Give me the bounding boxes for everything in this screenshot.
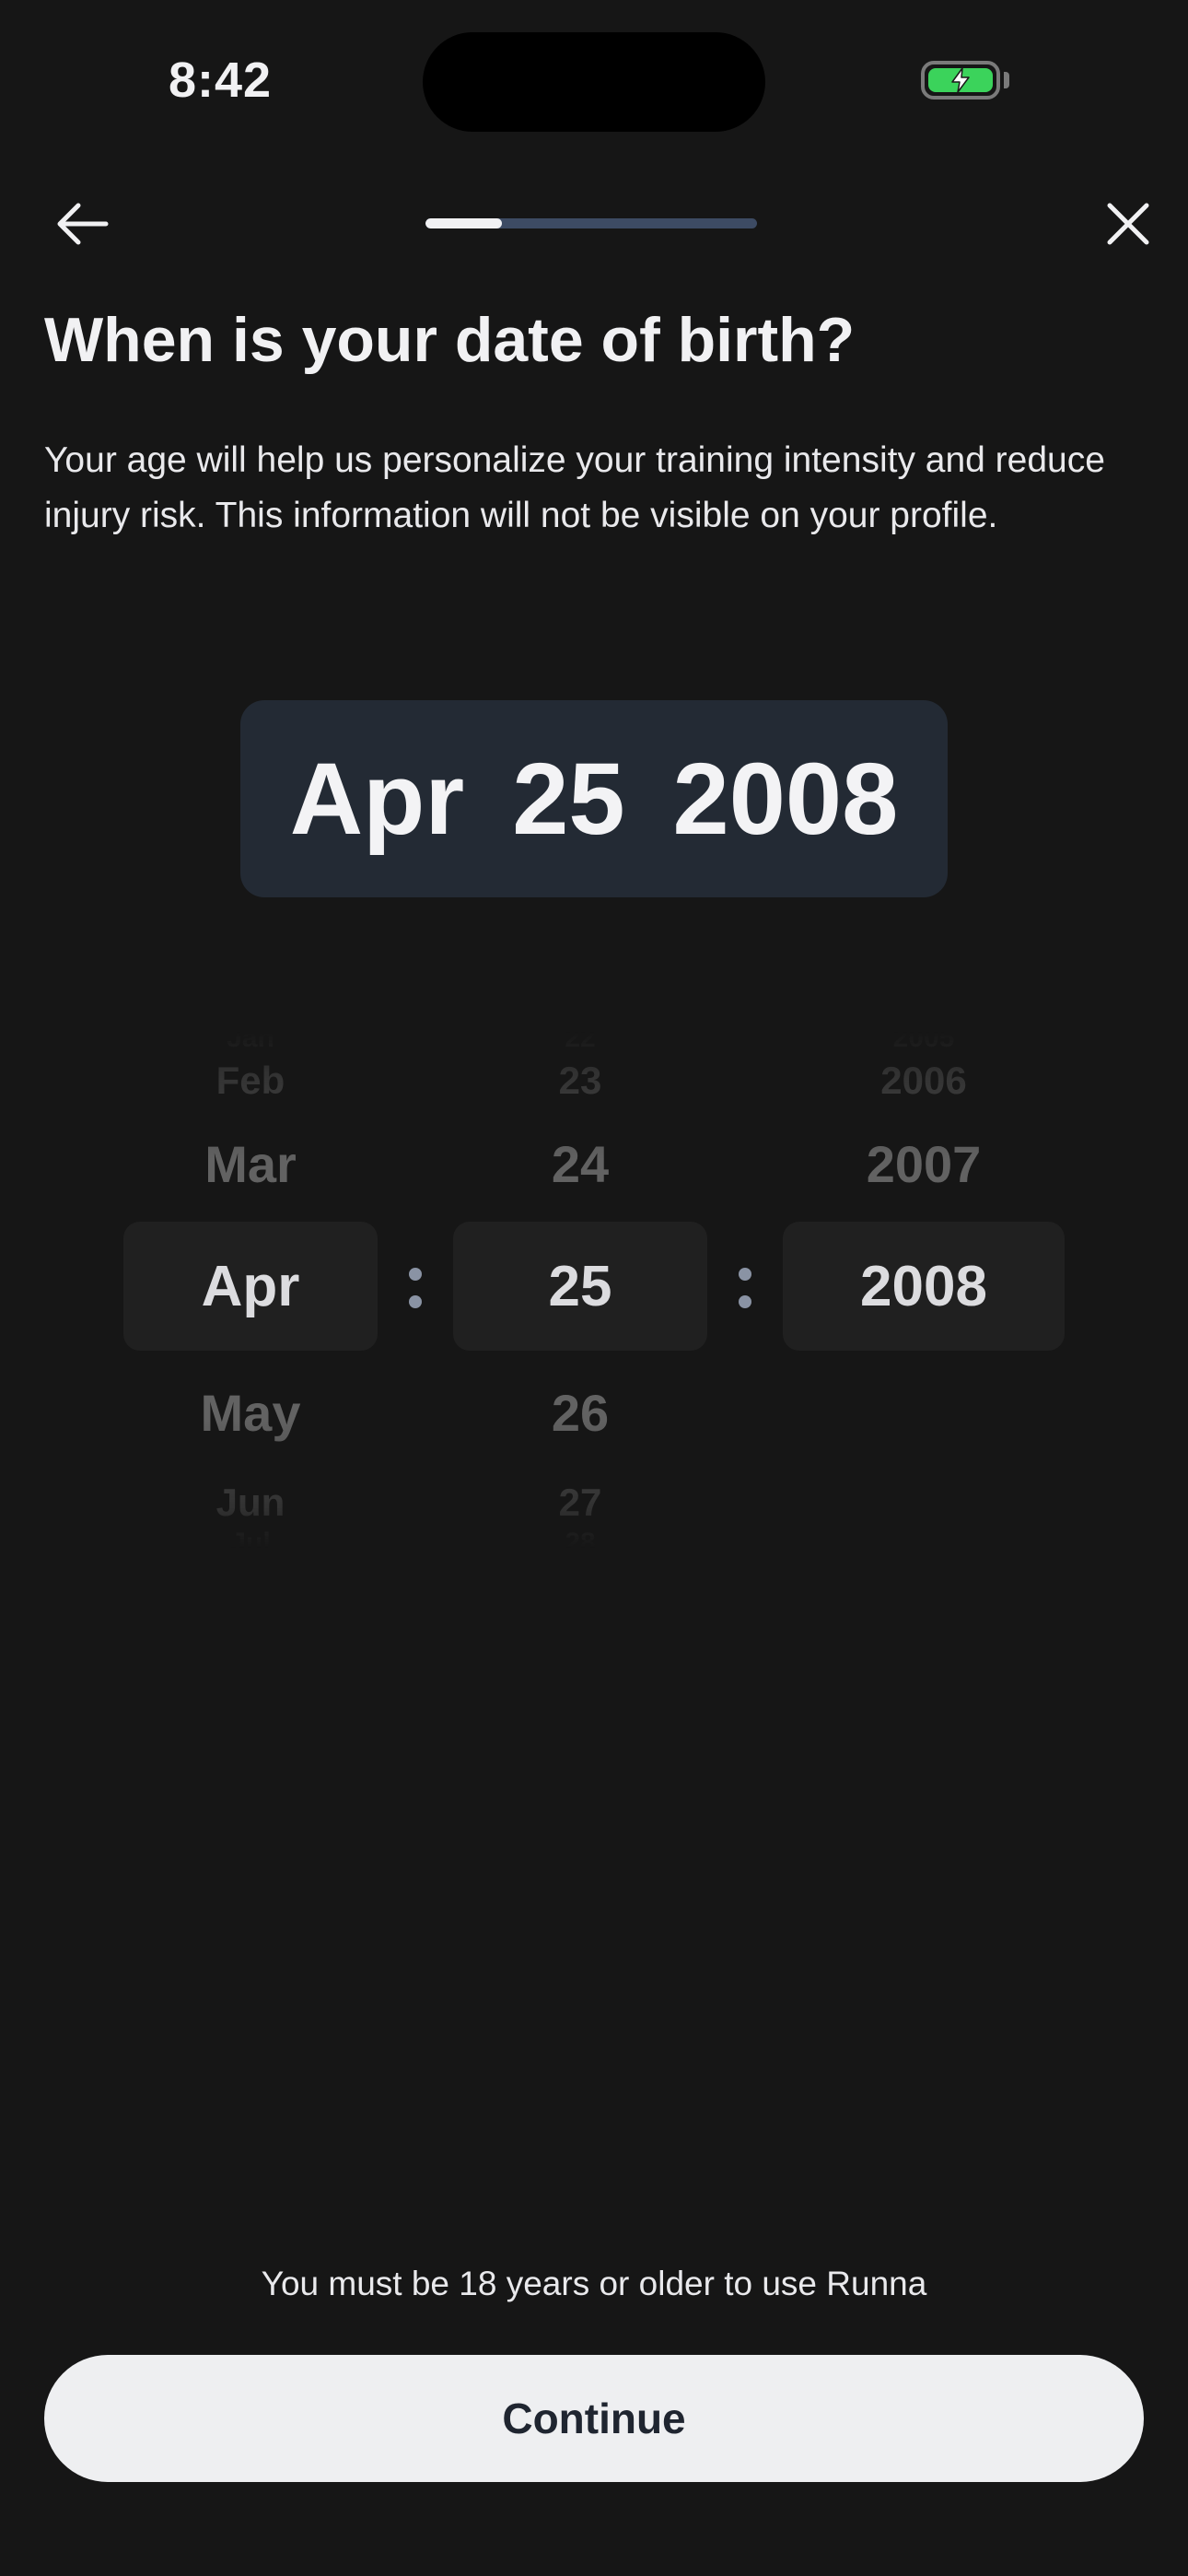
page-subtitle: Your age will help us personalize your t… bbox=[44, 440, 1105, 535]
picker-year-item[interactable]: 2005 bbox=[783, 1025, 1065, 1052]
selected-day: 25 bbox=[512, 742, 625, 856]
page-title: When is your date of birth? bbox=[44, 305, 856, 375]
arrow-left-icon bbox=[57, 203, 109, 245]
picker-year-item[interactable]: 2007 bbox=[783, 1139, 1065, 1190]
picker-month-column[interactable]: Jan Feb Mar May Jun Jul bbox=[123, 1025, 378, 1557]
back-button[interactable] bbox=[41, 182, 123, 265]
picker-month-item[interactable]: Jun bbox=[123, 1483, 378, 1522]
picker-separator bbox=[736, 1264, 754, 1312]
selected-year: 2008 bbox=[672, 742, 899, 856]
date-picker[interactable]: Apr 25 2008 Jan Feb Mar May Jun Jul 22 2… bbox=[0, 1025, 1188, 1557]
picker-year-item[interactable]: 2006 bbox=[783, 1061, 1065, 1100]
picker-day-item[interactable]: 28 bbox=[453, 1529, 707, 1557]
selected-date-display: Apr 25 2008 bbox=[240, 700, 948, 897]
picker-month-item[interactable]: Feb bbox=[123, 1061, 378, 1100]
picker-day-item[interactable]: 27 bbox=[453, 1483, 707, 1522]
close-icon bbox=[1107, 203, 1149, 245]
picker-month-item[interactable]: Jan bbox=[123, 1025, 378, 1052]
continue-button[interactable]: Continue bbox=[44, 2355, 1144, 2482]
dynamic-island bbox=[423, 32, 765, 132]
battery-cap bbox=[1004, 72, 1009, 88]
selected-month: Apr bbox=[289, 742, 465, 856]
picker-month-item[interactable]: Mar bbox=[123, 1139, 378, 1190]
picker-day-item[interactable]: 24 bbox=[453, 1139, 707, 1190]
picker-day-item[interactable]: 23 bbox=[453, 1061, 707, 1100]
picker-day-column[interactable]: 22 23 24 26 27 28 bbox=[453, 1025, 707, 1557]
picker-separator bbox=[406, 1264, 425, 1312]
status-time: 8:42 bbox=[169, 53, 273, 108]
picker-day-item[interactable]: 22 bbox=[453, 1025, 707, 1052]
age-requirement-note: You must be 18 years or older to use Run… bbox=[261, 2265, 927, 2302]
picker-day-item[interactable]: 26 bbox=[453, 1388, 707, 1439]
progress-bar-fill bbox=[425, 218, 502, 228]
battery-charging-icon bbox=[921, 61, 1000, 100]
progress-bar bbox=[425, 218, 757, 228]
close-button[interactable] bbox=[1087, 182, 1170, 265]
picker-month-item[interactable]: May bbox=[123, 1388, 378, 1439]
picker-month-item[interactable]: Jul bbox=[123, 1529, 378, 1557]
picker-year-column[interactable]: 2005 2006 2007 bbox=[783, 1025, 1065, 1548]
